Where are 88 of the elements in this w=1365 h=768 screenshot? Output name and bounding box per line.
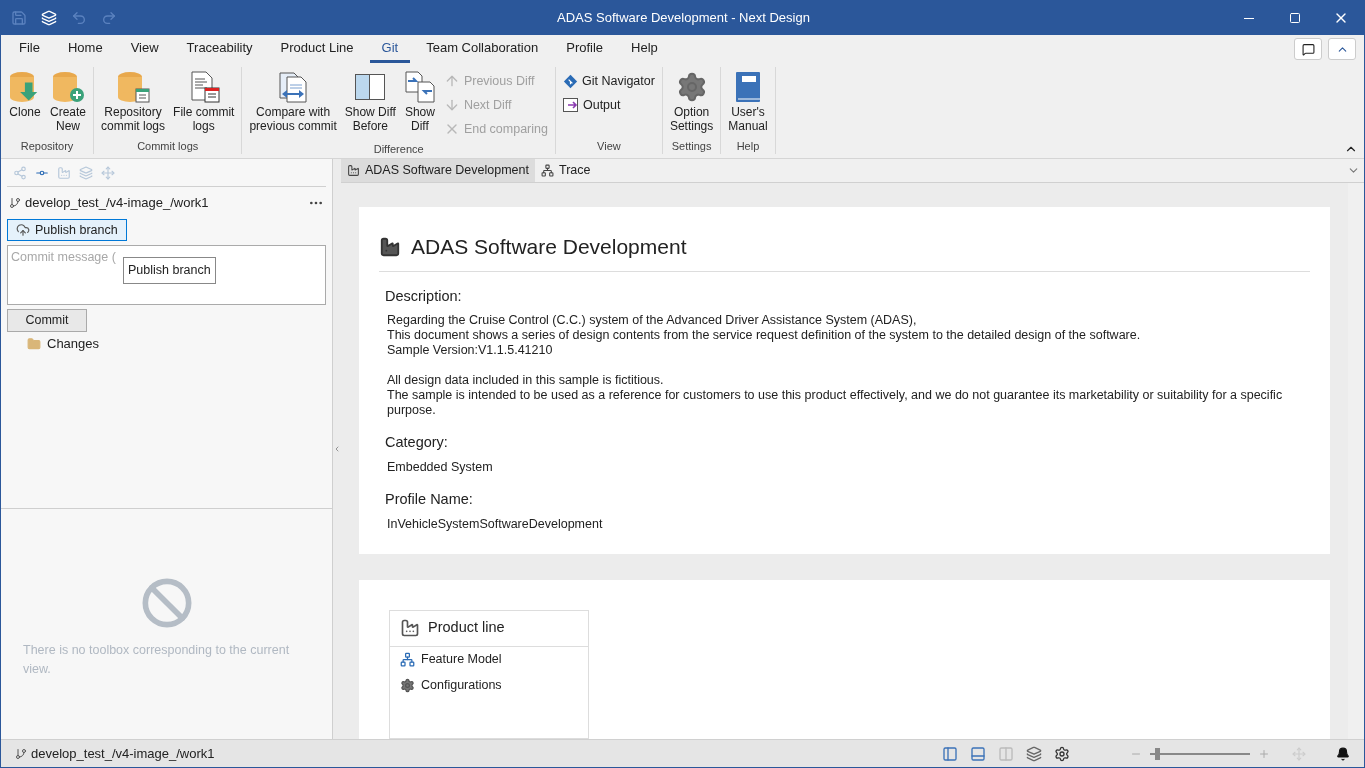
splitter-collapse-icon[interactable] bbox=[333, 445, 341, 453]
zoom-slider[interactable] bbox=[1150, 746, 1250, 761]
tree-item[interactable]: Changes bbox=[7, 332, 326, 356]
cloud-upload-icon bbox=[16, 223, 30, 237]
ribbon-tab[interactable]: Help bbox=[619, 35, 670, 63]
factory-icon bbox=[347, 163, 360, 177]
ribbon-group-label: View bbox=[596, 138, 622, 154]
factory-icon bbox=[400, 618, 420, 639]
gear-icon bbox=[400, 678, 415, 694]
book-icon bbox=[733, 71, 762, 103]
description-text: The sample is intended to be used as a reference for customers to use this product effectively, and we do not guarantee its marketability or suitability for a specific purpose. bbox=[387, 388, 1284, 419]
speech-bubble-icon bbox=[1301, 42, 1315, 56]
zoom-thumb[interactable] bbox=[1155, 747, 1160, 760]
branch-name: develop_test_/v4-image_/work1 bbox=[25, 194, 210, 213]
diff-documents-icon bbox=[403, 71, 436, 103]
ribbon-button[interactable]: Option Settings bbox=[665, 67, 718, 133]
output-window-icon bbox=[562, 98, 579, 112]
no-entry-icon bbox=[140, 577, 193, 629]
ribbon-tab[interactable]: Profile bbox=[554, 35, 616, 63]
hierarchy-icon bbox=[540, 163, 554, 177]
notification-icon[interactable] bbox=[1336, 746, 1350, 761]
ribbon-button[interactable]: Create New bbox=[46, 67, 91, 133]
ribbon-small-button[interactable]: Output bbox=[560, 93, 657, 117]
ribbon-group-label: Help bbox=[735, 138, 761, 154]
ribbon-tab[interactable]: Traceability bbox=[174, 35, 265, 63]
description-text: This document shows a series of design contents from the service request definition of the system to the detailed design of the software. bbox=[387, 328, 1142, 344]
layers-icon[interactable] bbox=[1026, 745, 1042, 762]
product-line-link[interactable]: Feature Model bbox=[390, 646, 588, 673]
collapse-ribbon-button[interactable] bbox=[1328, 38, 1356, 60]
section-heading: Category: bbox=[385, 433, 449, 453]
description-text: Sample Version:V1.1.5.41210 bbox=[387, 343, 554, 359]
ribbon-group-label: Commit logs bbox=[136, 138, 200, 154]
panel-title: Product line bbox=[428, 618, 505, 638]
layout-columns-icon[interactable] bbox=[998, 745, 1014, 762]
hierarchy-icon[interactable] bbox=[13, 165, 27, 180]
tooltip: Publish branch bbox=[123, 257, 216, 284]
ribbon-tab[interactable]: Home bbox=[55, 35, 115, 63]
description-text: Regarding the Cruise Control (C.C.) system of the Advanced Driver Assistance System (ADAS), bbox=[387, 313, 918, 329]
stacked-windows-icon[interactable] bbox=[79, 165, 93, 180]
database-table-icon bbox=[116, 71, 151, 103]
publish-branch-button[interactable]: Publish branch bbox=[7, 219, 127, 241]
document-tab[interactable]: Trace bbox=[534, 158, 597, 182]
ribbon-button[interactable]: File commit logs bbox=[169, 67, 239, 133]
product-line-link[interactable]: Configurations bbox=[390, 672, 588, 699]
section-heading: Profile Name: bbox=[385, 490, 474, 509]
document-title: ADAS Software Development bbox=[411, 234, 687, 260]
ribbon-button[interactable]: User's Manual bbox=[724, 67, 772, 133]
ribbon-tab[interactable]: Team Collaboration bbox=[414, 35, 551, 63]
layout-bottom-icon[interactable] bbox=[970, 745, 986, 762]
ribbon-tab[interactable]: Product Line bbox=[268, 35, 366, 63]
save-icon[interactable] bbox=[11, 10, 27, 26]
zoom-in-icon[interactable] bbox=[1258, 747, 1270, 760]
ribbon-button[interactable]: Repository commit logs bbox=[97, 67, 170, 133]
maximize-icon bbox=[1289, 12, 1301, 24]
ribbon-button[interactable]: Clone bbox=[4, 67, 46, 119]
branch-icon bbox=[15, 747, 27, 760]
redo-icon[interactable] bbox=[101, 10, 117, 26]
compare-documents-icon bbox=[277, 71, 310, 103]
description-text: InVehicleSystemSoftwareDevelopment bbox=[387, 516, 604, 532]
database-add-icon bbox=[51, 71, 85, 103]
ribbon-tab[interactable]: View bbox=[118, 35, 171, 63]
status-branch: develop_test_/v4-image_/work1 bbox=[31, 744, 215, 763]
window-settings-icon[interactable] bbox=[1054, 745, 1070, 762]
split-panes-icon bbox=[354, 71, 387, 103]
empty-toolbox-message: There is no toolbox corresponding to the current view. bbox=[23, 642, 291, 678]
factory-icon[interactable] bbox=[57, 165, 71, 180]
folder-icon bbox=[27, 337, 41, 351]
layout-left-icon[interactable] bbox=[942, 745, 958, 762]
ribbon-small-button[interactable]: Git Navigator bbox=[560, 69, 657, 93]
ribbon-tab[interactable]: File bbox=[7, 35, 52, 63]
branch-icon bbox=[9, 197, 21, 209]
feedback-button[interactable] bbox=[1294, 38, 1322, 60]
commit-button[interactable]: Commit bbox=[7, 309, 87, 332]
ribbon-group-label: Repository bbox=[19, 138, 75, 154]
document-tab[interactable]: ADAS Software Development bbox=[341, 158, 535, 182]
minimize-icon bbox=[1244, 17, 1254, 19]
ribbon-button[interactable]: Show Diff bbox=[399, 67, 440, 133]
description-text: All design data included in this sample is fictitious. bbox=[387, 373, 665, 389]
section-heading: Description: bbox=[385, 286, 463, 306]
feature-tree-icon bbox=[400, 652, 415, 668]
ribbon-group-label: Settings bbox=[670, 138, 713, 154]
arrows-icon[interactable] bbox=[101, 165, 115, 180]
window-title: ADAS Software Development - Next Design bbox=[557, 9, 810, 28]
description-text: Embedded System bbox=[387, 460, 494, 475]
undo-icon[interactable] bbox=[71, 10, 87, 26]
ribbon-group-label: Difference bbox=[372, 142, 425, 157]
ribbon-button[interactable]: Show Diff Before bbox=[340, 67, 400, 133]
ribbon-button[interactable]: Compare with previous commit bbox=[245, 67, 341, 133]
